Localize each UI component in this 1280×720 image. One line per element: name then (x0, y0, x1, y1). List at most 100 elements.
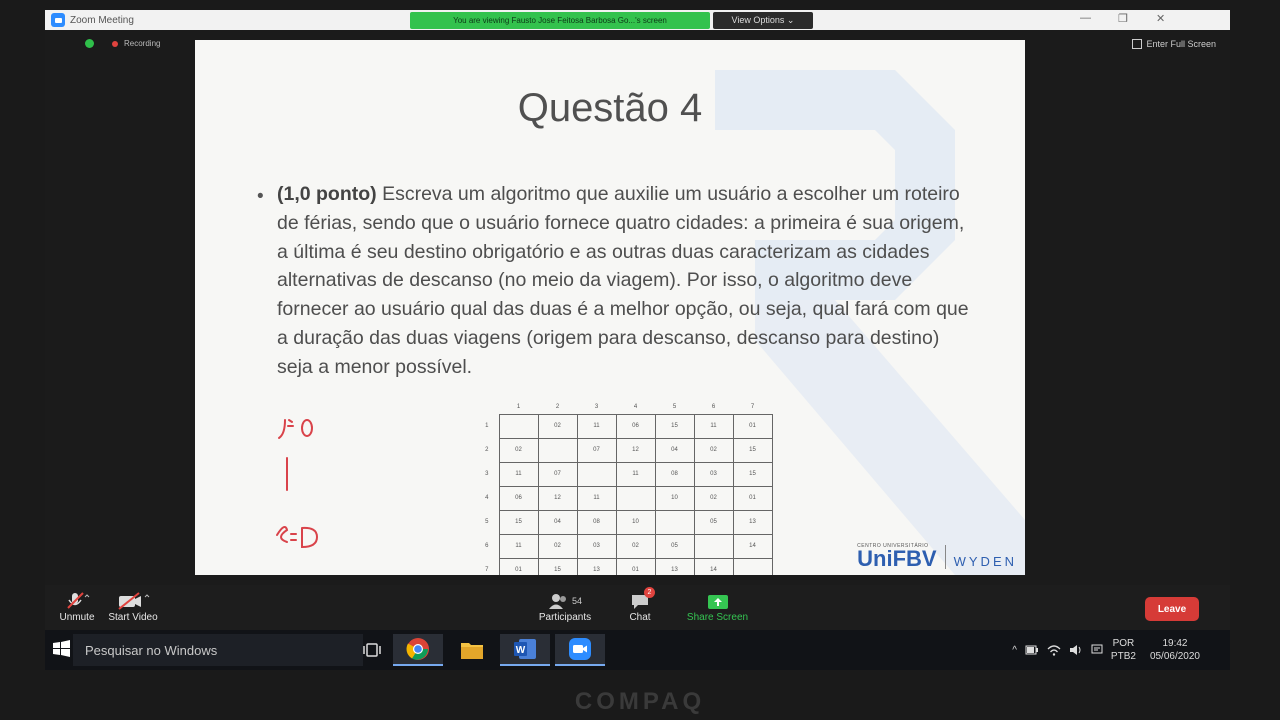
zoom-logo-icon (51, 13, 65, 27)
table-row: 5 15 04 08 10 05 13 (475, 509, 773, 535)
table-cell: 07 (537, 461, 578, 487)
recording-label: Recording (124, 39, 161, 48)
table-row: 4 06 12 11 10 02 01 (475, 485, 773, 511)
system-tray: ^ POR PTB2 19:42 05/06/2020 (1012, 630, 1230, 670)
minimize-button[interactable]: — (1080, 12, 1091, 24)
column-header: 5 (672, 403, 677, 410)
ink-strokes (276, 419, 319, 549)
participants-button[interactable]: 54 Participants (530, 590, 600, 623)
table-cell: 11 (693, 413, 734, 439)
table-cell: 01 (615, 557, 656, 575)
row-header: 2 (485, 447, 489, 453)
chrome-icon (406, 638, 429, 660)
table-cell (537, 437, 578, 463)
leave-button[interactable]: Leave (1145, 597, 1199, 621)
language-top: POR (1112, 638, 1135, 649)
table-cell: 04 (654, 437, 695, 463)
table-cell: 12 (537, 485, 578, 511)
row-header: 6 (485, 543, 489, 549)
table-cell: 13 (732, 509, 773, 535)
table-cell: 05 (654, 533, 695, 559)
table-cell: 07 (576, 437, 617, 463)
table-row: 2 02 07 12 04 02 15 (475, 437, 773, 463)
table-cell: 03 (576, 533, 617, 559)
table-cell: 08 (576, 509, 617, 535)
handwritten-annotation (276, 419, 319, 549)
share-screen-label: Share Screen (686, 612, 749, 623)
table-cell: 02 (537, 533, 578, 559)
share-screen-button[interactable]: Share Screen (680, 590, 755, 623)
column-header: 2 (555, 403, 560, 410)
windows-search-box[interactable]: Pesquisar no Windows (73, 634, 363, 666)
fullscreen-icon (1132, 39, 1143, 49)
table-cell: 11 (498, 461, 539, 487)
viewing-banner: You are viewing Fausto Jose Feitosa Barb… (410, 12, 710, 29)
table-cell: 10 (615, 509, 656, 535)
unmute-label: Unmute (59, 612, 95, 623)
language-indicator[interactable]: POR PTB2 (1111, 637, 1136, 663)
slide-title: Questão 4 (517, 86, 703, 130)
table-cell: 14 (732, 533, 773, 559)
table-cell: 13 (654, 557, 695, 575)
table-cell: 02 (693, 485, 734, 511)
row-header: 7 (485, 567, 489, 573)
table-cell: 12 (615, 437, 656, 463)
word-taskbar-app[interactable]: W (500, 634, 550, 666)
taskbar-clock[interactable]: 19:42 05/06/2020 (1150, 637, 1200, 663)
table-cell (498, 413, 539, 439)
battery-icon[interactable] (1025, 645, 1039, 655)
bullet: • (257, 186, 264, 207)
monitor-bezel: Zoom Meeting You are viewing Fausto Jose… (0, 0, 1280, 720)
start-video-button[interactable]: Start Video (93, 590, 173, 623)
task-view-icon (363, 643, 381, 657)
column-header: 1 (516, 403, 521, 410)
table-cell: 06 (615, 413, 656, 439)
table-cell: 14 (693, 557, 734, 575)
table-cell: 15 (654, 413, 695, 439)
table-cell: 02 (615, 533, 656, 559)
table-cell: 15 (732, 437, 773, 463)
table-cell: 11 (498, 533, 539, 559)
table-cell: 02 (498, 437, 539, 463)
row-header: 1 (485, 423, 489, 429)
chat-label: Chat (629, 612, 651, 623)
muted-microphone-icon (64, 590, 90, 612)
close-button[interactable]: ✕ (1156, 12, 1165, 25)
window-title: Zoom Meeting (70, 14, 134, 26)
file-explorer-taskbar-app[interactable] (447, 634, 497, 666)
question-points: (1,0 ponto) (277, 183, 377, 205)
clock-date: 05/06/2020 (1149, 651, 1200, 662)
table-cell: 13 (576, 557, 617, 575)
word-icon: W (514, 639, 536, 659)
task-view-button[interactable] (347, 634, 397, 666)
chevron-up-icon[interactable]: ^ (1012, 645, 1017, 656)
wifi-icon[interactable] (1047, 644, 1061, 656)
table-cell (693, 533, 734, 559)
table-cell: 02 (537, 413, 578, 439)
chat-button[interactable]: 2 Chat (620, 587, 660, 623)
logo-wyden: WYDEN (953, 554, 1017, 569)
video-off-icon (115, 590, 151, 612)
shield-icon (85, 39, 94, 48)
monitor-brand-logo: COMPAQ (574, 688, 706, 715)
view-options-button[interactable]: View Options ⌄ (713, 12, 813, 29)
table-cell (732, 557, 773, 575)
table-cell (654, 509, 695, 535)
table-cell: 15 (732, 461, 773, 487)
restore-button[interactable]: ❐ (1118, 12, 1128, 25)
participants-icon: 54 (548, 590, 582, 612)
table-corner (475, 400, 499, 414)
volume-icon[interactable] (1069, 644, 1083, 656)
windows-taskbar: Pesquisar no Windows W ^ POR PTB2 19:42 … (45, 630, 1230, 670)
table-cell: 01 (732, 413, 773, 439)
windows-start-button[interactable] (53, 640, 71, 663)
table-cell: 06 (498, 485, 539, 511)
table-cell (576, 461, 617, 487)
notification-icon[interactable] (1091, 644, 1103, 656)
chrome-taskbar-app[interactable] (393, 634, 443, 666)
question-body: Escreva um algoritmo que auxilie um usuá… (277, 183, 969, 378)
fullscreen-button[interactable]: Enter Full Screen (1132, 39, 1216, 49)
zoom-taskbar-app[interactable] (555, 634, 605, 666)
table-row: 7 01 15 13 01 13 14 (475, 557, 773, 575)
folder-icon (461, 643, 483, 659)
